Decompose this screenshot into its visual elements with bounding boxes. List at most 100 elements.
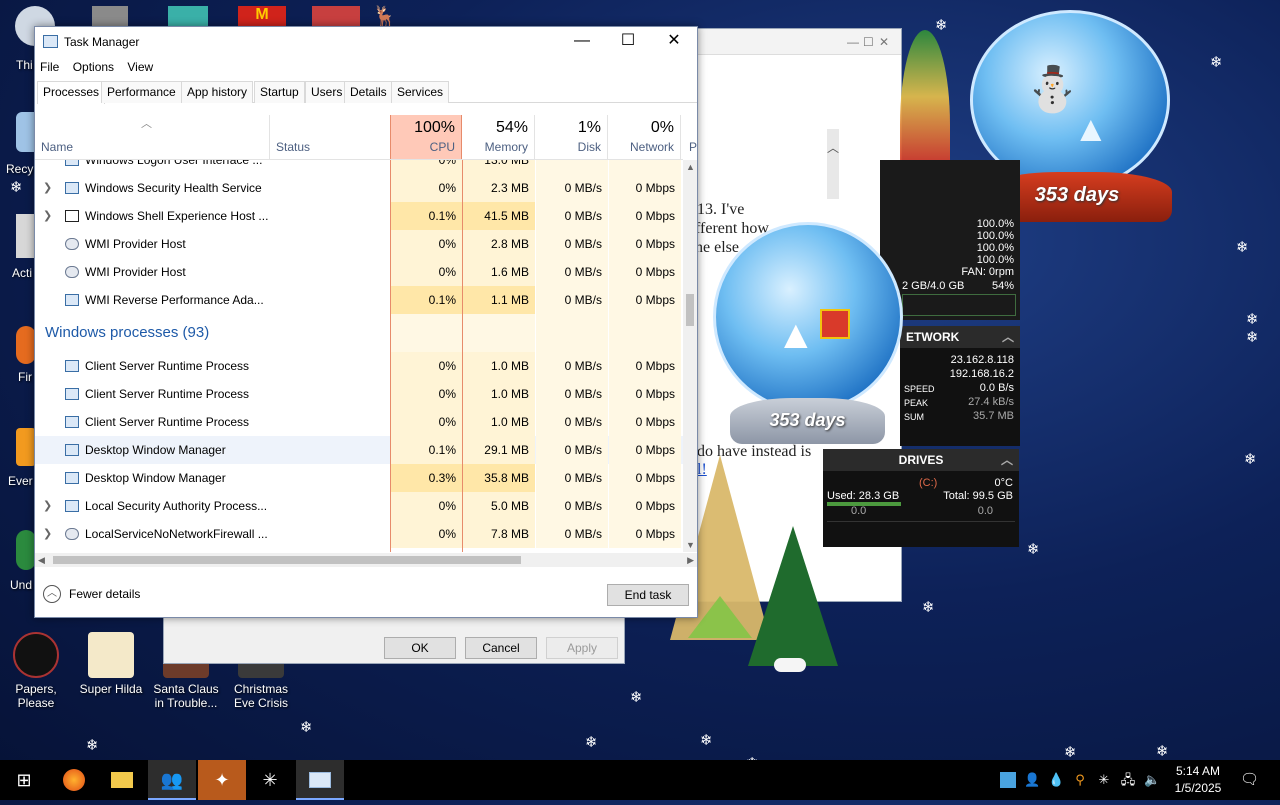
taskbar: ⊞ 👥 ✦ ✳ 👤 💧 ⚲ ✳ 🖧 🔈 5:14 AM 1/5/2025 🗨 bbox=[0, 760, 1280, 800]
table-row[interactable]: ❯ Windows Shell Experience Host ... 0.1%… bbox=[35, 202, 683, 230]
maximize-icon[interactable]: ☐ bbox=[863, 35, 874, 49]
column-header-network[interactable]: 0% Network bbox=[609, 115, 681, 159]
undertale-icon[interactable] bbox=[16, 530, 36, 570]
table-row[interactable]: ❯ LocalServiceNoNetworkFirewall ... 0% 7… bbox=[35, 520, 683, 548]
apply-button[interactable]: Apply bbox=[546, 637, 618, 659]
tab-processes[interactable]: Processes bbox=[37, 81, 106, 104]
tab-services[interactable]: Services bbox=[391, 81, 450, 103]
tab-performance[interactable]: Performance bbox=[101, 81, 182, 103]
minimize-icon[interactable]: — bbox=[847, 35, 859, 49]
sum-value: 35.7 MB bbox=[973, 410, 1014, 422]
scroll-up-arrow-icon[interactable]: ▲ bbox=[686, 162, 695, 172]
start-icon[interactable]: ⊞ bbox=[0, 760, 48, 800]
clock-date: 1/5/2025 bbox=[1174, 781, 1222, 795]
people-icon[interactable]: 👥 bbox=[148, 760, 196, 800]
menu-bar: File Options View bbox=[35, 57, 697, 79]
column-label-cpu: CPU bbox=[429, 140, 455, 154]
tray-search-icon[interactable]: ⚲ bbox=[1072, 772, 1088, 788]
peak-value: 27.4 kB/s bbox=[968, 396, 1014, 408]
chevron-up-icon[interactable]: ︿ bbox=[1001, 449, 1013, 471]
column-header-memory[interactable]: 54% Memory bbox=[463, 115, 535, 159]
column-header-status[interactable]: Status bbox=[269, 115, 389, 159]
desktop-top-icon[interactable] bbox=[92, 6, 128, 28]
table-row[interactable]: Windows Logon User Interface ... 0% 13.0… bbox=[35, 160, 683, 174]
menu-view[interactable]: View bbox=[122, 57, 158, 77]
table-row[interactable]: WMI Provider Host 0% 1.6 MB 0 MB/s 0 Mbp… bbox=[35, 258, 683, 286]
firefox-desktop-icon[interactable] bbox=[16, 326, 36, 364]
chevron-up-icon[interactable]: ︿ bbox=[827, 139, 839, 156]
chevron-right-icon[interactable]: ❯ bbox=[43, 492, 52, 520]
action-icon[interactable] bbox=[16, 214, 36, 258]
table-row[interactable]: Client Server Runtime Process 0% 1.0 MB … bbox=[35, 408, 683, 436]
tab-details[interactable]: Details bbox=[344, 81, 393, 103]
scroll-left-arrow-icon[interactable]: ◀ bbox=[38, 555, 45, 566]
menu-file[interactable]: File bbox=[35, 57, 64, 77]
tab-startup[interactable]: Startup bbox=[254, 81, 305, 103]
tab-users[interactable]: Users bbox=[305, 81, 349, 103]
scroll-down-arrow-icon[interactable]: ▼ bbox=[686, 540, 695, 550]
table-row[interactable]: ❯ Windows Security Health Service 0% 2.3… bbox=[35, 174, 683, 202]
drive-io-write: 0.0 bbox=[977, 505, 993, 517]
table-row[interactable]: WMI Provider Host 0% 2.8 MB 0 MB/s 0 Mbp… bbox=[35, 230, 683, 258]
chevron-right-icon[interactable]: ❯ bbox=[43, 202, 52, 230]
end-task-button[interactable]: End task bbox=[607, 584, 689, 606]
column-header-cpu[interactable]: 100% CPU bbox=[390, 115, 462, 159]
game-icon[interactable]: ✦ bbox=[198, 760, 246, 800]
process-cpu: 0% bbox=[390, 492, 462, 520]
scroll-thumb[interactable] bbox=[53, 556, 521, 564]
menu-options[interactable]: Options bbox=[68, 57, 119, 77]
table-row[interactable]: WMI Reverse Performance Ada... 0.1% 1.1 … bbox=[35, 286, 683, 314]
evernote-icon[interactable] bbox=[16, 428, 36, 466]
process-name: Client Server Runtime Process bbox=[85, 359, 250, 373]
table-row[interactable]: Client Server Runtime Process 0% 1.0 MB … bbox=[35, 352, 683, 380]
mcdonalds-icon[interactable]: M bbox=[238, 6, 286, 28]
fewer-details-link[interactable]: Fewer details bbox=[69, 587, 140, 601]
chevron-up-icon[interactable]: ︿ bbox=[43, 585, 61, 603]
minimize-button[interactable]: — bbox=[559, 27, 605, 57]
process-memory: 35.8 MB bbox=[463, 464, 535, 492]
sparkle-icon[interactable]: ✳ bbox=[246, 760, 294, 800]
cancel-button[interactable]: Cancel bbox=[465, 637, 537, 659]
column-header-disk[interactable]: 1% Disk bbox=[536, 115, 608, 159]
tray-sparkle-icon[interactable]: ✳ bbox=[1096, 772, 1112, 788]
vertical-scrollbar[interactable]: ▲ ▼ bbox=[683, 160, 697, 552]
column-header-power[interactable]: P bbox=[687, 115, 697, 159]
table-row[interactable]: Desktop Window Manager 0.3% 35.8 MB 0 MB… bbox=[35, 464, 683, 492]
close-button[interactable]: ✕ bbox=[651, 27, 697, 57]
santa-game-icon[interactable] bbox=[312, 6, 360, 28]
task-manager-window[interactable]: Task Manager — ☐ ✕ File Options View Pro… bbox=[34, 26, 698, 618]
group-network-cell bbox=[609, 314, 681, 352]
scroll-thumb[interactable] bbox=[686, 294, 694, 326]
network-icon[interactable]: 🖧 bbox=[1120, 772, 1136, 788]
file-explorer-icon[interactable] bbox=[98, 760, 146, 800]
desktop-icon-super-hilda[interactable]: Super Hilda bbox=[75, 632, 147, 696]
firefox-icon[interactable] bbox=[50, 760, 98, 800]
notification-icon[interactable]: 🗨 bbox=[1240, 772, 1259, 788]
scroll-right-arrow-icon[interactable]: ▶ bbox=[687, 555, 694, 566]
chevron-right-icon[interactable]: ❯ bbox=[43, 520, 52, 548]
chevron-up-icon[interactable]: ︿ bbox=[1002, 326, 1014, 348]
horizontal-scrollbar[interactable]: ◀ ▶ bbox=[35, 553, 697, 567]
task-manager-icon[interactable] bbox=[296, 760, 344, 800]
tab-app-history[interactable]: App history bbox=[181, 81, 254, 103]
process-cpu: 0% bbox=[390, 352, 462, 380]
table-row-selected[interactable]: Desktop Window Manager 0.1% 29.1 MB 0 MB… bbox=[35, 436, 683, 464]
maximize-button[interactable]: ☐ bbox=[605, 27, 651, 57]
tray-drop-icon[interactable]: 💧 bbox=[1048, 772, 1064, 788]
tray-people-icon[interactable]: 👤 bbox=[1024, 772, 1040, 788]
desktop-top-icon[interactable] bbox=[168, 6, 208, 28]
column-header-name[interactable]: ︿ Name bbox=[35, 115, 269, 159]
group-header[interactable]: Windows processes (93) bbox=[35, 314, 683, 352]
table-row[interactable]: ❯ Local Security Authority Process... 0%… bbox=[35, 492, 683, 520]
ok-button[interactable]: OK bbox=[384, 637, 456, 659]
table-row[interactable]: Client Server Runtime Process 0% 1.0 MB … bbox=[35, 380, 683, 408]
close-icon[interactable]: ✕ bbox=[879, 35, 889, 49]
chevron-right-icon[interactable]: ❯ bbox=[43, 174, 52, 202]
task-manager-titlebar[interactable]: Task Manager — ☐ ✕ bbox=[35, 27, 697, 57]
system-clock[interactable]: 5:14 AM 1/5/2025 bbox=[1170, 763, 1226, 797]
volume-icon[interactable]: 🔈 bbox=[1144, 772, 1160, 788]
group-cpu-cell bbox=[390, 314, 462, 352]
tray-app-icon[interactable] bbox=[1000, 772, 1016, 788]
properties-dialog[interactable]: OK Cancel Apply bbox=[163, 612, 625, 664]
desktop-icon-papers-please[interactable]: Papers, Please bbox=[0, 632, 72, 710]
